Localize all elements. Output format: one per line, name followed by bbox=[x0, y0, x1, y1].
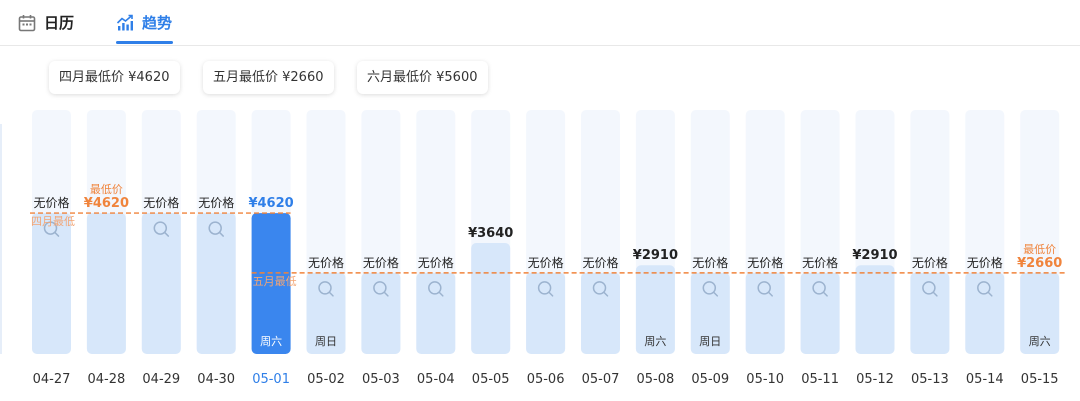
price-label: ¥2910 bbox=[633, 248, 678, 263]
price-bar[interactable] bbox=[581, 272, 620, 354]
date-label: 05-10 bbox=[746, 372, 784, 387]
price-bar[interactable] bbox=[855, 265, 895, 354]
price-label: ¥3640 bbox=[468, 226, 513, 241]
price-trend-chart: 无价格04-27¥4620最低价04-28无价格04-29无价格04-30¥46… bbox=[30, 110, 1066, 387]
price-bar[interactable] bbox=[471, 242, 511, 354]
date-label: 05-12 bbox=[856, 372, 894, 387]
date-label: 04-28 bbox=[88, 372, 126, 387]
price-bar[interactable] bbox=[86, 213, 126, 354]
price-label: 无价格 bbox=[308, 255, 344, 270]
price-label: 无价格 bbox=[582, 255, 618, 270]
price-label: ¥4620 bbox=[84, 196, 129, 211]
date-label: 05-08 bbox=[637, 372, 675, 387]
price-label: ¥2910 bbox=[852, 248, 897, 263]
date-label: 05-07 bbox=[582, 372, 620, 387]
weekday-label: 周日 bbox=[699, 335, 721, 348]
date-label: 04-27 bbox=[33, 372, 71, 387]
price-bar[interactable] bbox=[965, 272, 1005, 354]
lowest-price-line-label: 五月最低 bbox=[253, 275, 297, 288]
date-label: 05-05 bbox=[472, 372, 510, 387]
date-label: 05-02 bbox=[307, 372, 345, 387]
price-label: 无价格 bbox=[802, 255, 838, 270]
lowest-price-tag: 最低价 bbox=[90, 183, 123, 196]
date-label: 05-01 bbox=[252, 372, 290, 387]
date-label: 05-14 bbox=[966, 372, 1004, 387]
date-label: 04-29 bbox=[142, 372, 180, 387]
price-label: ¥4620 bbox=[248, 196, 293, 211]
weekday-label: 周日 bbox=[315, 335, 337, 348]
weekday-label: 周六 bbox=[260, 335, 282, 348]
price-label: 无价格 bbox=[418, 255, 454, 270]
price-bar[interactable] bbox=[745, 272, 785, 354]
price-label: 无价格 bbox=[528, 255, 564, 270]
date-label: 04-30 bbox=[197, 372, 235, 387]
price-label: ¥2660 bbox=[1017, 256, 1062, 271]
lowest-price-tag: 最低价 bbox=[1023, 243, 1056, 256]
weekday-label: 周六 bbox=[644, 335, 666, 348]
price-bar[interactable] bbox=[910, 272, 950, 354]
price-label: 无价格 bbox=[747, 255, 783, 270]
date-label: 05-04 bbox=[417, 372, 455, 387]
date-label: 05-11 bbox=[801, 372, 839, 387]
date-label: 05-06 bbox=[527, 372, 565, 387]
price-label: 无价格 bbox=[912, 255, 948, 270]
price-bar[interactable] bbox=[416, 272, 456, 354]
price-label: 无价格 bbox=[692, 255, 728, 270]
weekday-label: 周六 bbox=[1029, 335, 1051, 348]
date-label: 05-13 bbox=[911, 372, 949, 387]
price-bar[interactable] bbox=[361, 272, 401, 354]
date-label: 05-03 bbox=[362, 372, 400, 387]
lowest-price-line-label: 四月最低 bbox=[31, 215, 75, 228]
price-label: 无价格 bbox=[143, 195, 179, 210]
price-label: 无价格 bbox=[363, 255, 399, 270]
price-label: 无价格 bbox=[967, 255, 1003, 270]
price-label: 无价格 bbox=[33, 195, 69, 210]
price-label: 无价格 bbox=[198, 195, 234, 210]
date-label: 05-15 bbox=[1021, 372, 1059, 387]
date-label: 05-09 bbox=[691, 372, 729, 387]
price-bar[interactable] bbox=[800, 272, 840, 354]
price-bar[interactable] bbox=[526, 272, 566, 354]
